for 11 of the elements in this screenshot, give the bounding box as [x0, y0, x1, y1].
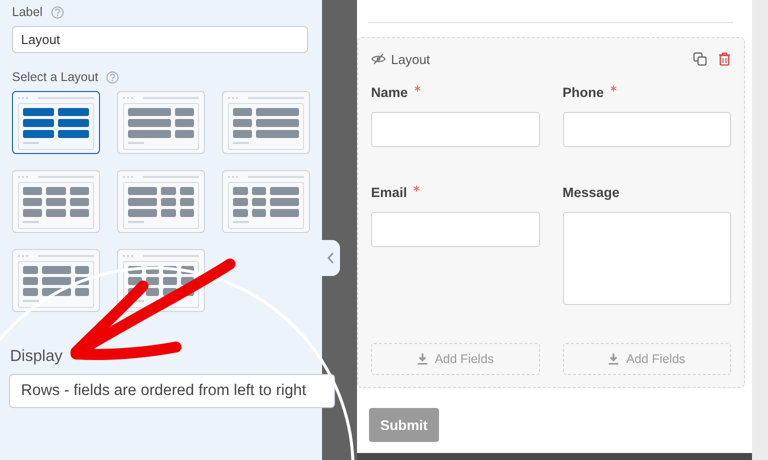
- label-heading: Label: [12, 5, 43, 19]
- layout-heading: Select a Layout: [12, 70, 98, 84]
- display-heading: Display: [10, 348, 64, 366]
- display-select[interactable]: Rows - fields are ordered from left to right: [9, 374, 335, 408]
- field-label: Name: [371, 85, 408, 100]
- field-label: Phone: [562, 85, 604, 100]
- field-label: Message: [562, 185, 620, 200]
- field-label: Email: [371, 185, 408, 200]
- label-input[interactable]: Layout: [12, 26, 308, 53]
- block-title: Layout: [391, 52, 430, 66]
- layout-block[interactable]: Layout Name Email Add Fields Phone Message Add Fields: [357, 37, 745, 388]
